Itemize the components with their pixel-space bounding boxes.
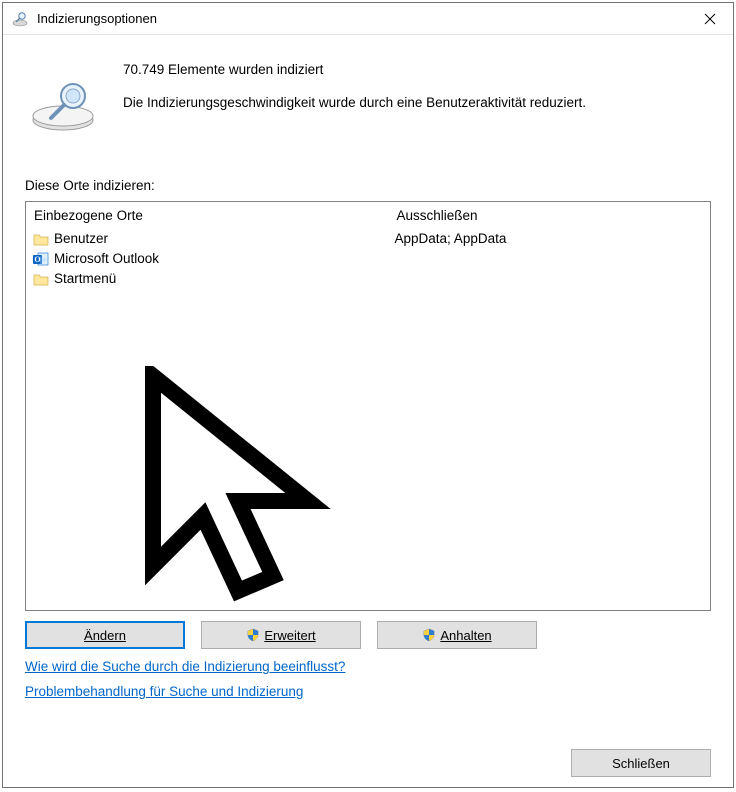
footer: Schließen [571, 749, 711, 777]
status-area: 70.749 Elemente wurden indiziert Die Ind… [3, 36, 733, 146]
uac-shield-icon [422, 628, 436, 642]
close-icon [704, 13, 716, 25]
included-header: Einbezogene Orte [32, 206, 383, 229]
svg-text:O: O [34, 255, 40, 264]
advanced-label: Erweitert [264, 628, 315, 643]
list-item-label: Startmenü [54, 269, 116, 289]
drive-magnifier-icon [25, 76, 101, 136]
folder-icon [32, 230, 50, 248]
titlebar[interactable]: Indizierungsoptionen [3, 3, 733, 35]
indexed-count: 70.749 Elemente wurden indiziert [123, 62, 711, 77]
list-item[interactable]: Benutzer [32, 229, 383, 249]
locations-list[interactable]: Einbezogene Orte Benutzer O [25, 201, 711, 611]
content-area: 70.749 Elemente wurden indiziert Die Ind… [3, 36, 733, 787]
index-locations-label: Diese Orte indizieren: [3, 146, 733, 201]
help-link-how[interactable]: Wie wird die Suche durch die Indizierung… [25, 659, 345, 674]
list-item[interactable]: O Microsoft Outlook [32, 249, 383, 269]
excluded-header: Ausschließen [395, 206, 704, 229]
modify-label: Ändern [84, 628, 126, 643]
close-button[interactable] [687, 3, 733, 35]
advanced-button[interactable]: Erweitert [201, 621, 361, 649]
excluded-column: Ausschließen AppData; AppData [389, 202, 710, 610]
folder-icon [32, 270, 50, 288]
pause-label: Anhalten [440, 628, 491, 643]
uac-shield-icon [246, 628, 260, 642]
button-row: Ändern Erweitert [25, 621, 711, 649]
modify-button[interactable]: Ändern [25, 621, 185, 649]
indexing-icon [11, 10, 29, 28]
help-link-troubleshoot[interactable]: Problembehandlung für Suche und Indizier… [25, 684, 303, 699]
outlook-icon: O [32, 250, 50, 268]
list-item-label: Benutzer [54, 229, 108, 249]
close-dialog-button[interactable]: Schließen [571, 749, 711, 777]
indexing-options-window: Indizierungsoptionen 70.749 Elemente wur… [2, 2, 734, 788]
window-title: Indizierungsoptionen [37, 11, 157, 26]
pause-button[interactable]: Anhalten [377, 621, 537, 649]
list-item-label: Microsoft Outlook [54, 249, 159, 269]
included-column: Einbezogene Orte Benutzer O [26, 202, 389, 610]
excluded-value: AppData; AppData [395, 229, 704, 249]
indexing-speed-note: Die Indizierungsgeschwindigkeit wurde du… [123, 95, 711, 110]
list-item[interactable]: Startmenü [32, 269, 383, 289]
